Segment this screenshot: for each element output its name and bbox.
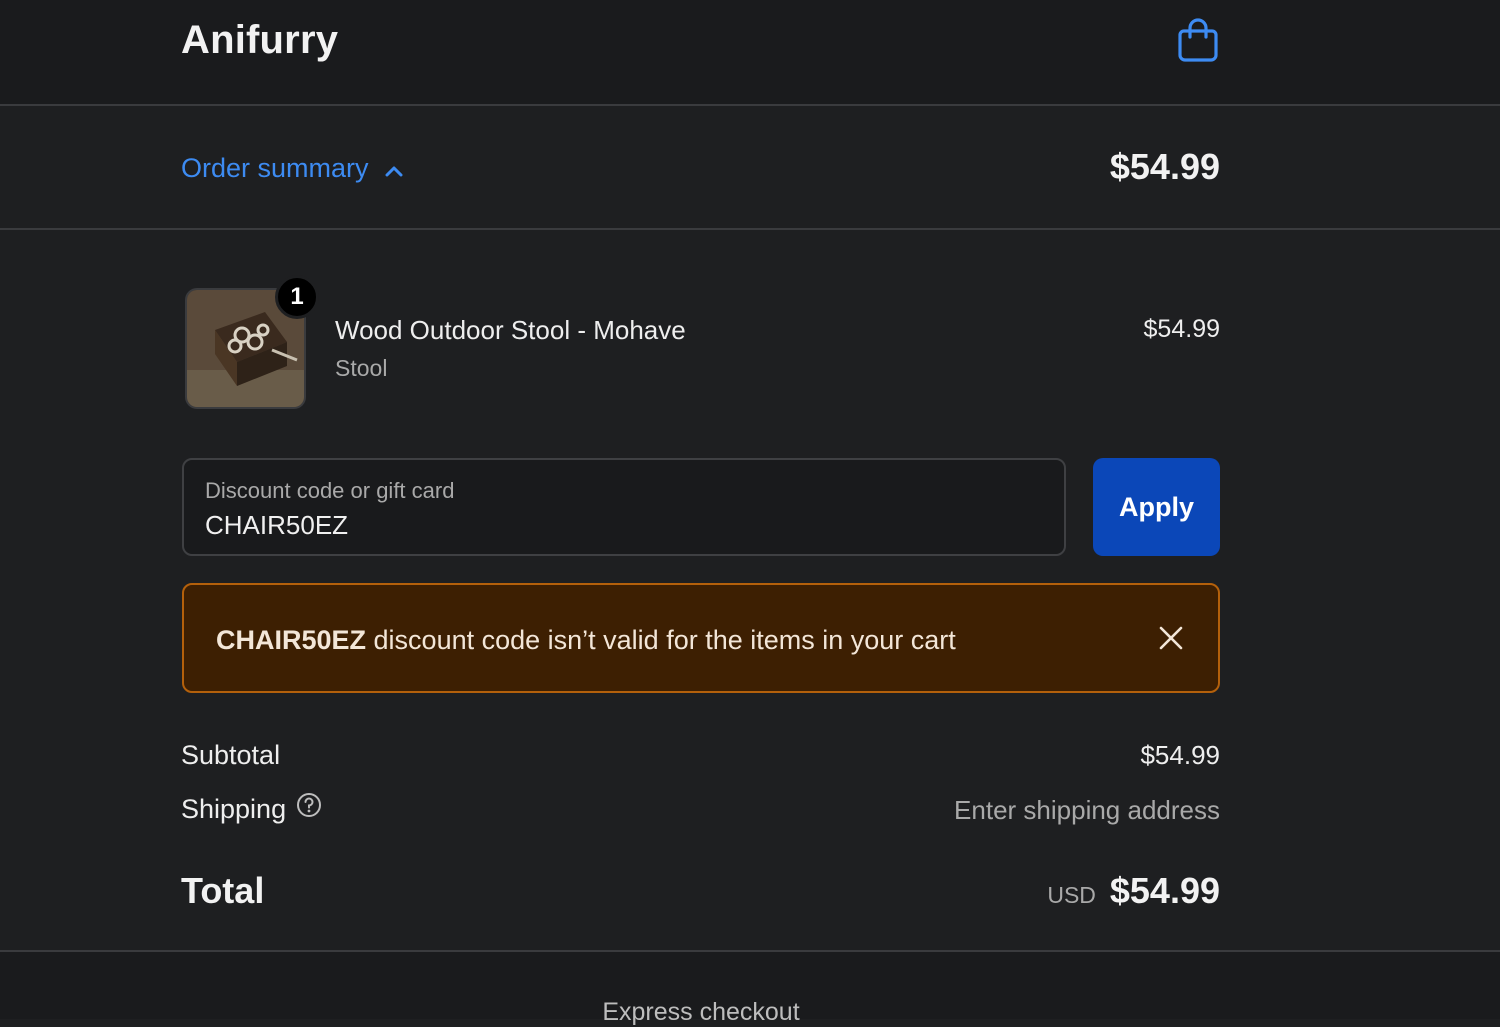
- shipping-row: Shipping: [181, 792, 322, 825]
- product-price: $54.99: [1143, 315, 1220, 343]
- subtotal-label: Subtotal: [181, 740, 281, 770]
- shopping-bag-icon[interactable]: [1176, 17, 1220, 63]
- total-amount: USD $54.99: [1047, 870, 1220, 912]
- order-summary-bar: Order summary $54.99: [0, 106, 1500, 230]
- discount-code-label: Discount code or gift card: [205, 478, 455, 503]
- quantity-badge: 1: [275, 275, 319, 319]
- product-name: Wood Outdoor Stool - Mohave: [335, 315, 686, 345]
- discount-error-code: CHAIR50EZ: [216, 625, 367, 655]
- shipping-label: Shipping: [181, 794, 287, 824]
- apply-discount-button[interactable]: Apply: [1093, 458, 1220, 556]
- close-icon[interactable]: [1156, 623, 1186, 653]
- order-summary-total: $54.99: [1109, 146, 1220, 187]
- shipping-value: Enter shipping address: [954, 795, 1220, 825]
- discount-error-text: discount code isn’t valid for the items …: [366, 625, 956, 655]
- store-logo[interactable]: Anifurry: [181, 18, 338, 63]
- discount-error-banner: CHAIR50EZ discount code isn’t valid for …: [182, 583, 1220, 693]
- currency-code: USD: [1047, 882, 1096, 908]
- express-checkout-section: Express checkout: [0, 952, 1500, 1026]
- chevron-up-icon: [385, 166, 403, 176]
- order-summary-toggle[interactable]: Order summary: [181, 153, 403, 184]
- help-circle-icon[interactable]: [296, 792, 322, 825]
- discount-code-value[interactable]: CHAIR50EZ: [205, 510, 348, 541]
- site-header: Anifurry: [0, 0, 1500, 106]
- subtotal-value: $54.99: [1140, 740, 1220, 770]
- express-checkout-label: Express checkout: [602, 998, 800, 1026]
- total-value: $54.99: [1109, 870, 1220, 911]
- total-label: Total: [181, 870, 265, 911]
- discount-code-input[interactable]: Discount code or gift card CHAIR50EZ: [182, 458, 1066, 556]
- product-variant: Stool: [335, 355, 388, 381]
- order-summary-label: Order summary: [181, 153, 369, 183]
- discount-error-message: CHAIR50EZ discount code isn’t valid for …: [216, 625, 956, 656]
